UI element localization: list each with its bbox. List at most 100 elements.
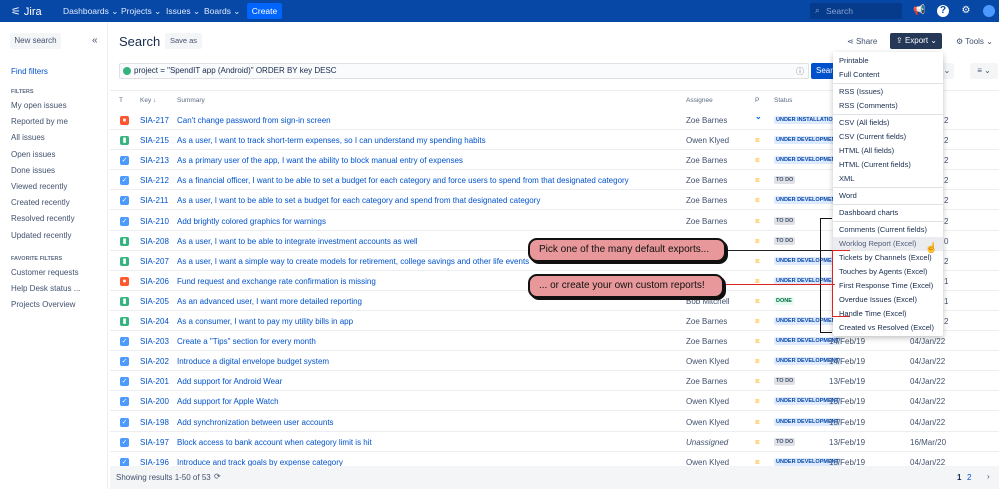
export-menu-item[interactable]: Created vs Resolved (Excel) [833, 321, 943, 335]
save-as-button[interactable]: Save as [165, 33, 202, 49]
export-menu-item[interactable]: Dashboard charts [833, 206, 943, 220]
notifications-icon[interactable]: 📢 [913, 5, 925, 17]
next-page-icon[interactable]: › [987, 472, 990, 481]
issue-key-link[interactable]: SIA-206 [140, 277, 169, 286]
issue-summary-link[interactable]: As an advanced user, I want more detaile… [177, 297, 362, 306]
sidebar-filter-item[interactable]: Done issues [11, 166, 55, 175]
table-row[interactable]: ✓ SIA-197 Block access to bank account whe… [110, 432, 999, 452]
issue-key-link[interactable]: SIA-203 [140, 337, 169, 346]
search-input[interactable]: Search [810, 3, 902, 19]
issue-key-link[interactable]: SIA-200 [140, 397, 169, 406]
export-menu-item[interactable]: Overdue Issues (Excel) [833, 293, 943, 307]
export-menu-item[interactable]: Touches by Agents (Excel) [833, 265, 943, 279]
gear-icon[interactable]: ⚙ [960, 5, 972, 17]
issue-summary-link[interactable]: Add synchronization between user account… [177, 418, 334, 427]
table-row[interactable]: ✓ SIA-202 Introduce a digital envelope bud… [110, 351, 999, 372]
nav-issues[interactable]: Issues ⌄ [166, 6, 200, 17]
col-type[interactable]: T [119, 97, 123, 104]
issue-summary-link[interactable]: As a user, I want to track short-term ex… [177, 136, 486, 145]
col-status[interactable]: Status [774, 97, 792, 104]
export-button[interactable]: ⇪ Export ⌄ [890, 33, 942, 49]
annotation-line [726, 250, 832, 251]
table-row[interactable]: ✓ SIA-200 Add support for Apple Watch Owen … [110, 391, 999, 412]
issue-key-link[interactable]: SIA-205 [140, 297, 169, 306]
col-assignee[interactable]: Assignee [686, 97, 713, 104]
sidebar-filter-item[interactable]: Reported by me [11, 117, 68, 126]
avatar[interactable] [983, 5, 995, 17]
find-filters-link[interactable]: Find filters [11, 67, 48, 76]
nav-dashboards[interactable]: Dashboards ⌄ [63, 6, 118, 17]
issue-summary-link[interactable]: Can't change password from sign-in scree… [177, 116, 331, 125]
sidebar-favorite-item[interactable]: Projects Overview [11, 300, 75, 309]
issue-summary-link[interactable]: As a user, I want to be able to set a bu… [177, 196, 540, 205]
page-2[interactable]: 2 [967, 473, 971, 482]
export-menu-item[interactable]: RSS (Comments) [833, 99, 943, 113]
refresh-icon[interactable]: ⟳ [214, 472, 221, 481]
nav-boards[interactable]: Boards ⌄ [204, 6, 240, 17]
export-menu-item[interactable]: Printable [833, 54, 943, 68]
sidebar-filter-item[interactable]: Viewed recently [11, 182, 67, 191]
export-menu-item[interactable]: RSS (Issues) [833, 85, 943, 99]
issue-key-link[interactable]: SIA-217 [140, 116, 169, 125]
issue-key-link[interactable]: SIA-212 [140, 176, 169, 185]
new-search-button[interactable]: New search [10, 33, 61, 49]
issue-summary-link[interactable]: As a user, I want a simple way to create… [177, 257, 529, 266]
share-button[interactable]: ⋖ Share [847, 37, 877, 46]
table-row[interactable]: ✓ SIA-201 Add support for Android Wear Zoe … [110, 371, 999, 392]
col-priority[interactable]: P [755, 97, 759, 104]
issue-summary-link[interactable]: As a financial officer, I want to be abl… [177, 176, 629, 185]
jira-logo[interactable]: ⚟ Jira [11, 5, 42, 18]
issue-summary-link[interactable]: Fund request and exchange rate confirmat… [177, 277, 376, 286]
issue-summary-link[interactable]: Create a "Tips" section for every month [177, 337, 316, 346]
issue-key-link[interactable]: SIA-208 [140, 237, 169, 246]
sidebar-filter-item[interactable]: All issues [11, 133, 45, 142]
create-button[interactable]: Create [247, 3, 282, 19]
sidebar-filter-item[interactable]: Created recently [11, 198, 70, 207]
issue-key-link[interactable]: SIA-213 [140, 156, 169, 165]
collapse-icon[interactable]: « [92, 35, 98, 46]
issue-summary-link[interactable]: Add support for Android Wear [177, 377, 282, 386]
help-icon[interactable]: ? [937, 5, 949, 17]
issue-summary-link[interactable]: Add brightly colored graphics for warnin… [177, 217, 326, 226]
nav-projects[interactable]: Projects ⌄ [121, 6, 161, 17]
sidebar-favorite-item[interactable]: Customer requests [11, 268, 79, 277]
help-icon[interactable]: ⓘ [796, 65, 804, 79]
sidebar-filter-item[interactable]: Resolved recently [11, 214, 75, 223]
export-menu-item[interactable]: Full Content [833, 68, 943, 82]
export-menu-item[interactable]: HTML (All fields) [833, 144, 943, 158]
col-key[interactable]: Key ↓ [140, 97, 156, 104]
issue-key-link[interactable]: SIA-215 [140, 136, 169, 145]
table-row[interactable]: ✓ SIA-198 Add synchronization between user… [110, 412, 999, 432]
issue-key-link[interactable]: SIA-207 [140, 257, 169, 266]
issue-key-link[interactable]: SIA-198 [140, 418, 169, 427]
sidebar-filter-item[interactable]: Updated recently [11, 231, 71, 240]
issue-summary-link[interactable]: As a user, I want to be able to integrat… [177, 237, 418, 246]
sidebar-filter-item[interactable]: Open issues [11, 150, 55, 159]
sidebar-favorite-item[interactable]: Help Desk status ... [11, 284, 80, 293]
issue-key-link[interactable]: SIA-204 [140, 317, 169, 326]
issue-summary-link[interactable]: Block access to bank account when catego… [177, 438, 372, 447]
export-menu-item[interactable]: Word [833, 189, 943, 203]
col-summary[interactable]: Summary [177, 97, 205, 104]
issue-summary-link[interactable]: As a consumer, I want to pay my utility … [177, 317, 353, 326]
export-menu-item[interactable]: CSV (All fields) [833, 116, 943, 130]
issue-key-link[interactable]: SIA-211 [140, 196, 168, 205]
export-menu-item[interactable]: First Response Time (Excel) [833, 279, 943, 293]
sidebar-filter-item[interactable]: My open issues [11, 101, 67, 110]
tools-button[interactable]: ⚙ Tools ⌄ [956, 37, 993, 46]
export-menu-item[interactable]: XML [833, 172, 943, 186]
issue-summary-link[interactable]: Add support for Apple Watch [177, 397, 279, 406]
issue-key-link[interactable]: SIA-197 [140, 438, 169, 447]
export-menu-item[interactable]: Comments (Current fields) [833, 223, 943, 237]
jql-input[interactable]: project = "SpendIT app (Android)" ORDER … [119, 63, 809, 79]
view-options-button[interactable]: ≡ ⌄ [970, 63, 998, 79]
export-menu-item[interactable]: Handle Time (Excel) [833, 307, 943, 321]
issue-key-link[interactable]: SIA-210 [140, 217, 169, 226]
issue-summary-link[interactable]: As a primary user of the app, I want the… [177, 156, 463, 165]
issue-key-link[interactable]: SIA-201 [140, 377, 169, 386]
page-1[interactable]: 1 [957, 473, 961, 482]
export-menu-item[interactable]: CSV (Current fields) [833, 130, 943, 144]
export-menu-item[interactable]: HTML (Current fields) [833, 158, 943, 172]
issue-key-link[interactable]: SIA-202 [140, 357, 169, 366]
issue-summary-link[interactable]: Introduce a digital envelope budget syst… [177, 357, 329, 366]
